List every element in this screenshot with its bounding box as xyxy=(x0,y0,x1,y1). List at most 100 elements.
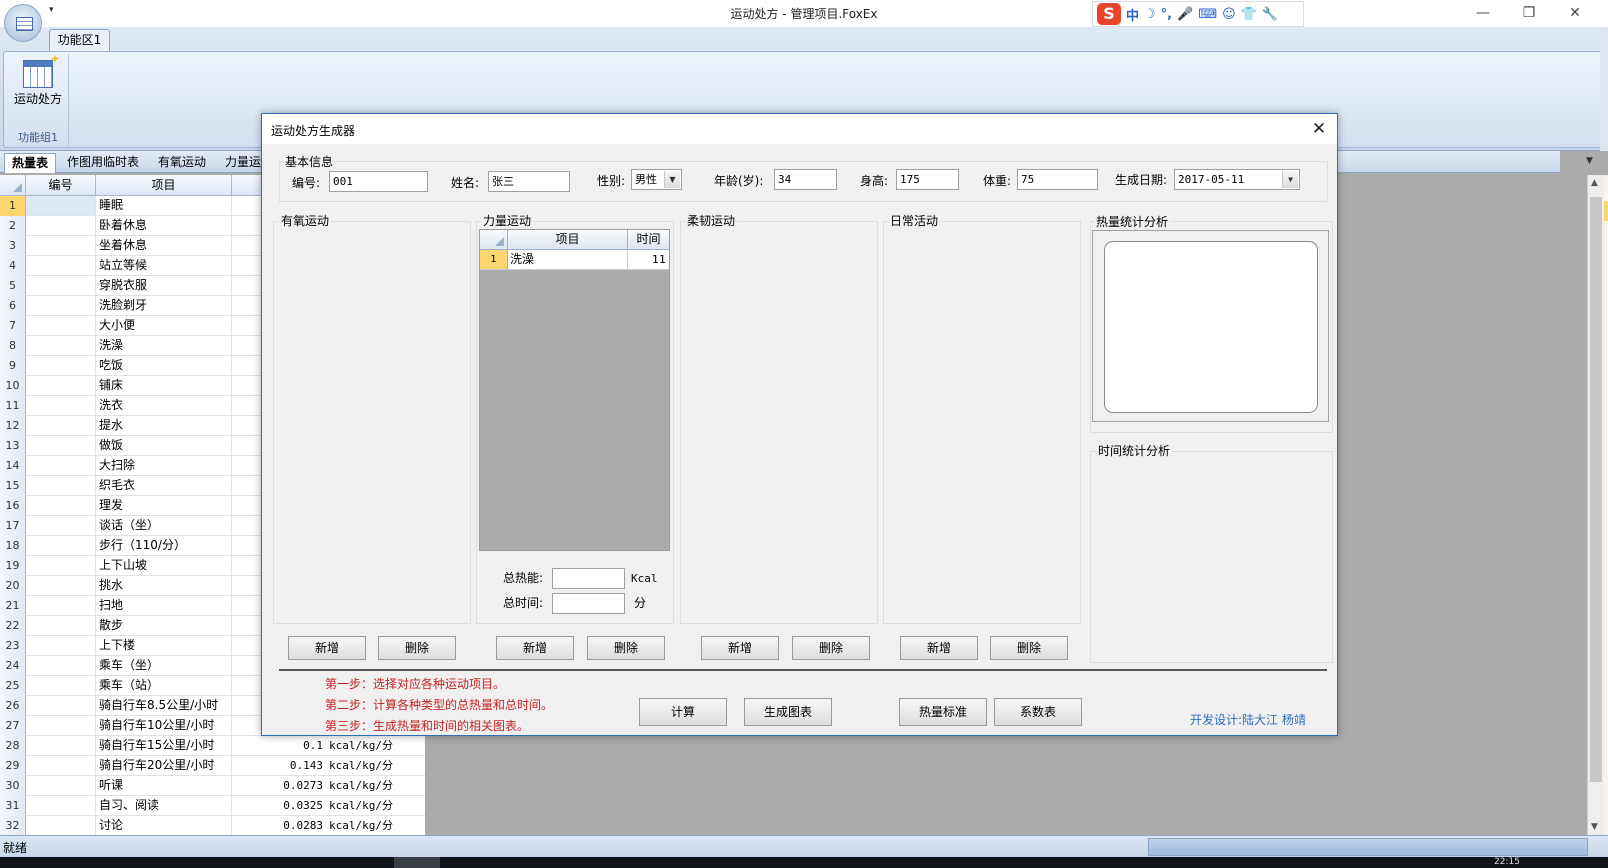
id-cell[interactable] xyxy=(26,236,96,255)
grid-select-all[interactable] xyxy=(0,175,26,196)
item-cell[interactable]: 听课 xyxy=(96,776,232,795)
row-number[interactable]: 30 xyxy=(0,776,26,796)
ime-halfwidth-icon[interactable]: ☽ xyxy=(1144,7,1156,22)
row-number[interactable]: 4 xyxy=(0,256,26,276)
id-cell[interactable] xyxy=(26,656,96,675)
ime-chinese-mode-icon[interactable]: 中 xyxy=(1126,5,1139,24)
item-cell[interactable]: 讨论 xyxy=(96,816,232,835)
row-number[interactable]: 31 xyxy=(0,796,26,816)
id-cell[interactable] xyxy=(26,396,96,415)
item-cell[interactable]: 上下山坡 xyxy=(96,556,232,575)
chevron-down-icon[interactable]: ▼ xyxy=(664,171,680,188)
restore-button[interactable]: ❐ xyxy=(1514,2,1544,24)
row-number[interactable]: 1 xyxy=(480,250,508,269)
weight-field[interactable]: 75 xyxy=(1017,169,1098,190)
scroll-down-icon[interactable]: ▼ xyxy=(1591,822,1598,832)
id-cell[interactable] xyxy=(26,596,96,615)
app-menu-button[interactable] xyxy=(4,4,42,42)
row-number[interactable]: 6 xyxy=(0,296,26,316)
flexibility-add-button[interactable]: 新增 xyxy=(701,636,779,660)
item-cell[interactable]: 骑自行车15公里/小时 xyxy=(96,736,232,755)
row-number[interactable]: 12 xyxy=(0,416,26,436)
id-cell[interactable] xyxy=(26,376,96,395)
row-number[interactable]: 17 xyxy=(0,516,26,536)
row-number[interactable]: 11 xyxy=(0,396,26,416)
strength-add-button[interactable]: 新增 xyxy=(496,636,574,660)
item-cell[interactable]: 吃饭 xyxy=(96,356,232,375)
exercise-prescription-button[interactable]: 运动处方 xyxy=(11,52,65,114)
row-number[interactable]: 25 xyxy=(0,676,26,696)
row-number[interactable]: 26 xyxy=(0,696,26,716)
table-row[interactable]: 30 听课 0.0273 kcal/kg/分 xyxy=(0,776,425,796)
row-number[interactable]: 16 xyxy=(0,496,26,516)
ime-settings-icon[interactable]: 🔧 xyxy=(1262,7,1278,22)
item-cell[interactable]: 洗澡 xyxy=(96,336,232,355)
row-number[interactable]: 10 xyxy=(0,376,26,396)
row-number[interactable]: 22 xyxy=(0,616,26,636)
item-cell[interactable]: 自习、阅读 xyxy=(96,796,232,815)
item-cell[interactable]: 理发 xyxy=(96,496,232,515)
daily-add-button[interactable]: 新增 xyxy=(900,636,978,660)
id-cell[interactable] xyxy=(26,496,96,515)
id-cell[interactable] xyxy=(26,356,96,375)
item-cell[interactable]: 铺床 xyxy=(96,376,232,395)
table-row[interactable]: 29 骑自行车20公里/小时 0.143 kcal/kg/分 xyxy=(0,756,425,776)
column-header-item[interactable]: 项目 xyxy=(96,175,232,196)
item-cell[interactable]: 站立等候 xyxy=(96,256,232,275)
ime-skin-icon[interactable]: 👕 xyxy=(1241,7,1257,22)
id-cell[interactable] xyxy=(26,216,96,235)
item-cell[interactable]: 洗衣 xyxy=(96,396,232,415)
scroll-up-icon[interactable]: ▲ xyxy=(1591,178,1598,188)
item-cell[interactable]: 步行（110/分） xyxy=(96,536,232,555)
date-picker[interactable]: 2017-05-11 ▼ xyxy=(1174,169,1300,190)
total-time-field[interactable] xyxy=(552,593,625,614)
item-cell[interactable]: 骑自行车20公里/小时 xyxy=(96,756,232,775)
table-row[interactable]: 28 骑自行车15公里/小时 0.1 kcal/kg/分 xyxy=(0,736,425,756)
id-cell[interactable] xyxy=(26,256,96,275)
item-cell[interactable]: 睡眠 xyxy=(96,196,232,215)
id-cell[interactable] xyxy=(26,736,96,755)
dialog-close-icon[interactable]: ✕ xyxy=(1307,117,1331,141)
item-cell[interactable]: 乘车（站） xyxy=(96,676,232,695)
tab-calorie-table[interactable]: 热量表 xyxy=(4,153,57,173)
value-cell[interactable]: 0.143 xyxy=(232,756,326,775)
item-cell[interactable]: 扫地 xyxy=(96,596,232,615)
flexibility-delete-button[interactable]: 删除 xyxy=(792,636,870,660)
item-cell[interactable]: 大扫除 xyxy=(96,456,232,475)
unit-cell[interactable]: kcal/kg/分 xyxy=(326,816,424,835)
tab-aerobic[interactable]: 有氧运动 xyxy=(151,153,213,173)
row-number[interactable]: 13 xyxy=(0,436,26,456)
row-number[interactable]: 3 xyxy=(0,236,26,256)
name-field[interactable]: 张三 xyxy=(488,171,570,192)
row-number[interactable]: 8 xyxy=(0,336,26,356)
value-cell[interactable]: 0.0283 xyxy=(232,816,326,835)
row-number[interactable]: 28 xyxy=(0,736,26,756)
unit-cell[interactable]: kcal/kg/分 xyxy=(326,736,424,755)
row-number[interactable]: 27 xyxy=(0,716,26,736)
unit-cell[interactable]: kcal/kg/分 xyxy=(326,756,424,775)
item-cell[interactable]: 提水 xyxy=(96,416,232,435)
gender-select[interactable]: 男性 ▼ xyxy=(631,169,682,190)
item-cell[interactable]: 织毛衣 xyxy=(96,476,232,495)
id-cell[interactable] xyxy=(26,756,96,775)
row-number[interactable]: 15 xyxy=(0,476,26,496)
id-cell[interactable] xyxy=(26,336,96,355)
table-row[interactable]: 32 讨论 0.0283 kcal/kg/分 xyxy=(0,816,425,836)
row-number[interactable]: 5 xyxy=(0,276,26,296)
item-cell[interactable]: 上下楼 xyxy=(96,636,232,655)
id-cell[interactable] xyxy=(26,316,96,335)
row-number[interactable]: 2 xyxy=(0,216,26,236)
total-energy-field[interactable] xyxy=(552,568,625,589)
row-number[interactable]: 18 xyxy=(0,536,26,556)
id-cell[interactable] xyxy=(26,536,96,555)
item-cell[interactable]: 卧着休息 xyxy=(96,216,232,235)
id-cell[interactable] xyxy=(26,616,96,635)
value-cell[interactable]: 0.1 xyxy=(232,736,326,755)
item-cell[interactable]: 骑自行车8.5公里/小时 xyxy=(96,696,232,715)
strength-col-item[interactable]: 项目 xyxy=(508,230,628,249)
id-cell[interactable] xyxy=(26,796,96,815)
row-number[interactable]: 14 xyxy=(0,456,26,476)
id-cell[interactable] xyxy=(26,636,96,655)
minimize-button[interactable]: — xyxy=(1468,2,1498,24)
ime-keyboard-icon[interactable]: ⌨ xyxy=(1198,7,1217,22)
